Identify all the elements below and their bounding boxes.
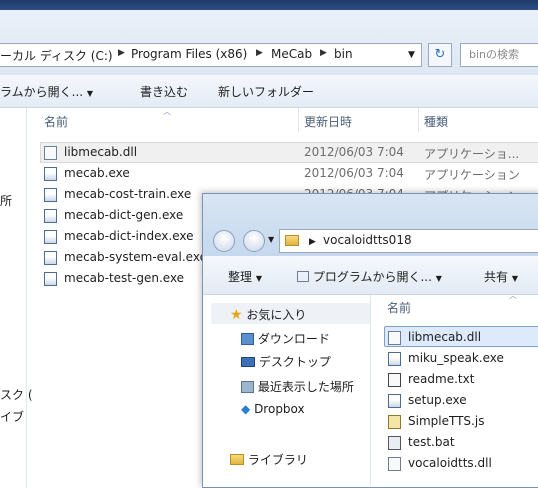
exe-file-icon (44, 167, 57, 181)
exe-file-icon (44, 209, 57, 223)
nav-fragment[interactable]: 所 (0, 192, 12, 209)
refresh-icon[interactable]: ↻ (428, 43, 452, 67)
chevron-down-icon: ▼ (511, 274, 518, 283)
app-icon (297, 271, 309, 282)
chevron-down-icon: ▼ (255, 274, 262, 283)
file-date: 2012/06/03 7:04 (304, 145, 404, 159)
batch-file-icon (388, 436, 401, 450)
exe-file-icon (44, 188, 57, 202)
breadcrumb-arrow-icon[interactable]: ▶ (256, 48, 263, 58)
script-file-icon (388, 415, 401, 429)
address-dropdown-icon[interactable]: ▼ (408, 50, 415, 60)
text-file-icon (388, 373, 401, 387)
exe-file-icon (388, 394, 401, 408)
file-name: SimpleTTS.js (408, 414, 485, 428)
file-name: test.bat (408, 435, 455, 449)
recent-places-icon (241, 381, 254, 393)
column-divider[interactable] (298, 108, 299, 132)
exe-file-icon (44, 251, 57, 265)
chevron-down-icon: ▼ (435, 274, 442, 283)
sort-indicator-icon: ︿ (509, 291, 517, 300)
breadcrumb-arrow-icon[interactable]: ▶ (118, 48, 125, 58)
exe-file-icon (44, 272, 57, 286)
nav-dropbox[interactable]: ◆ Dropbox (241, 402, 305, 416)
breadcrumb-folder[interactable]: vocaloidtts018 (323, 233, 412, 247)
search-input[interactable]: binの検索 (460, 43, 538, 67)
dll-file-icon (44, 146, 57, 160)
nav-recent[interactable]: 最近表示した場所 (241, 378, 354, 395)
nav-desktop[interactable]: デスクトップ (241, 353, 331, 370)
file-name: setup.exe (408, 393, 467, 407)
file-name: mecab-test-gen.exe (64, 271, 185, 285)
breadcrumb-drive[interactable]: ーカル ディスク (C:) (0, 47, 113, 64)
file-name: miku_speak.exe (408, 351, 504, 365)
file-name: libmecab.dll (408, 330, 482, 344)
breadcrumb-mecab[interactable]: MeCab (271, 47, 312, 61)
sort-indicator-icon: ︿ (163, 107, 171, 116)
breadcrumb-arrow-icon[interactable]: ▶ (320, 48, 327, 58)
breadcrumb-bin[interactable]: bin (334, 47, 353, 61)
organize-button[interactable]: 整理 ▼ (228, 268, 262, 285)
dll-file-icon (388, 331, 401, 345)
column-header-type[interactable]: 種類 (424, 113, 448, 130)
history-dropdown-icon[interactable]: ▼ (268, 235, 274, 244)
file-name: libmecab.dll (64, 145, 138, 159)
column-divider[interactable] (418, 108, 419, 132)
column-header-name[interactable]: 名前 (387, 299, 411, 316)
download-folder-icon (241, 333, 254, 345)
file-name: mecab.exe (64, 166, 130, 180)
exe-file-icon (44, 230, 57, 244)
file-name: mecab-cost-train.exe (64, 187, 192, 201)
nav-fragment[interactable]: イブ (0, 408, 24, 425)
file-name: readme.txt (408, 372, 475, 386)
breadcrumb-arrow-icon[interactable]: ▶ (309, 237, 316, 247)
open-with-button[interactable]: プログラムから開く... ▼ (297, 268, 442, 285)
folder-icon (285, 235, 299, 246)
column-header-modified[interactable]: 更新日時 (304, 113, 352, 130)
file-date: 2012/06/03 7:04 (304, 166, 404, 180)
burn-button[interactable]: 書き込む (140, 83, 188, 100)
chevron-down-icon: ▼ (86, 89, 94, 98)
new-folder-button[interactable]: 新しいフォルダー (218, 83, 314, 100)
open-with-button[interactable]: ラムから開く... ▼ (0, 83, 93, 100)
forward-icon[interactable] (243, 230, 265, 252)
back-icon[interactable] (213, 230, 235, 252)
file-name: mecab-system-eval.exe (64, 250, 207, 264)
title-bar (0, 0, 538, 10)
file-name: mecab-dict-gen.exe (64, 208, 184, 222)
desktop-icon (241, 357, 255, 367)
file-name: vocaloidtts.dll (408, 456, 492, 470)
share-button[interactable]: 共有 ▼ (484, 268, 518, 285)
column-header-name[interactable]: 名前 (44, 113, 68, 130)
breadcrumb-program-files[interactable]: Program Files (x86) (131, 47, 247, 61)
file-type: アプリケーショ... (424, 147, 520, 161)
nav-favorites[interactable]: ★ お気に入り (230, 306, 306, 323)
navigation-pane (0, 108, 27, 488)
file-type: アプリケーション (424, 168, 520, 182)
star-icon: ★ (230, 307, 243, 323)
nav-libraries[interactable]: ライブラリ (230, 451, 308, 468)
dropbox-icon: ◆ (241, 402, 251, 416)
nav-downloads[interactable]: ダウンロード (241, 330, 330, 347)
exe-file-icon (388, 352, 401, 366)
library-icon (230, 454, 244, 465)
nav-fragment[interactable]: スク ( (0, 386, 33, 403)
file-name: mecab-dict-index.exe (64, 229, 194, 243)
dll-file-icon (388, 457, 401, 471)
